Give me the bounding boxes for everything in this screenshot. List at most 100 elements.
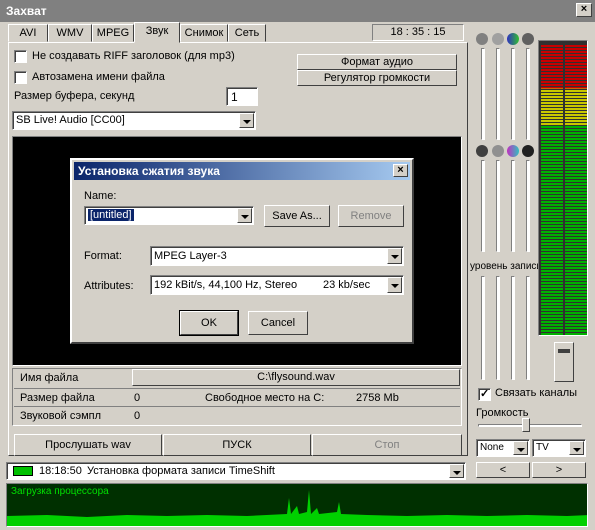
volume-slider[interactable] — [478, 424, 582, 427]
window-title: Захват — [6, 4, 47, 18]
auto-rename-label: Автозамена имени файла — [32, 71, 165, 83]
file-name-field[interactable]: C:\flysound.wav — [132, 369, 460, 386]
stop-button[interactable]: Стоп — [312, 434, 462, 456]
audio-format-button[interactable]: Формат аудио — [297, 54, 457, 70]
save-as-button[interactable]: Save As... — [264, 205, 330, 227]
link-channels-checkbox[interactable]: ✓ — [478, 388, 491, 401]
tab-mpeg[interactable]: MPEG — [92, 24, 134, 42]
vu-meter — [538, 40, 588, 336]
sample-value: 0 — [134, 410, 141, 422]
slider-track[interactable] — [526, 160, 530, 252]
slider-track[interactable] — [526, 48, 530, 140]
tab-sound[interactable]: Звук — [134, 22, 180, 43]
knob-icon[interactable] — [476, 145, 488, 157]
knob-icon[interactable] — [522, 33, 534, 45]
audio-format-label: Формат аудио — [341, 56, 413, 68]
slider-track[interactable] — [511, 276, 515, 380]
chevron-down-icon[interactable] — [449, 464, 464, 478]
record-level-label: уровень записи — [470, 261, 543, 272]
slider-track[interactable] — [481, 276, 485, 380]
source-right-value: TV — [536, 442, 549, 453]
next-button[interactable]: > — [532, 462, 586, 478]
knob-icon[interactable] — [507, 33, 519, 45]
prev-button[interactable]: < — [476, 462, 530, 478]
start-label: ПУСК — [222, 439, 252, 451]
slider-track[interactable] — [511, 160, 515, 252]
chevron-down-icon[interactable] — [387, 248, 402, 264]
buffer-size-input[interactable]: 1 — [226, 87, 258, 106]
file-name-value: C:\flysound.wav — [257, 371, 335, 383]
tab-label: Снимок — [184, 27, 224, 39]
status-indicator — [13, 466, 33, 476]
tab-wmv[interactable]: WMV — [48, 24, 92, 42]
close-button[interactable]: × — [576, 3, 592, 17]
remove-button[interactable]: Remove — [338, 205, 404, 227]
knob-icon[interactable] — [522, 145, 534, 157]
attributes-select[interactable]: 192 kBit/s, 44,100 Hz, Stereo 23 kb/sec — [150, 275, 404, 295]
volume-control-label: Регулятор громкости — [323, 72, 431, 84]
no-riff-checkbox[interactable] — [14, 50, 27, 63]
close-icon: × — [580, 3, 588, 15]
tab-snapshot[interactable]: Снимок — [180, 24, 228, 42]
save-as-label: Save As... — [272, 210, 322, 222]
slider-track[interactable] — [496, 48, 500, 140]
device-select[interactable]: SB Live! Audio [CC00] — [12, 111, 256, 130]
volume-control-button[interactable]: Регулятор громкости — [297, 70, 457, 86]
dialog-close-button[interactable]: × — [393, 164, 408, 177]
listen-wav-button[interactable]: Прослушать wav — [14, 434, 162, 456]
volume-label: Громкость — [476, 407, 529, 419]
cancel-button[interactable]: Cancel — [248, 311, 308, 335]
knob-icon[interactable] — [507, 145, 519, 157]
name-label: Name: — [84, 190, 117, 202]
vu-meter-left — [541, 45, 563, 335]
master-fader[interactable] — [554, 342, 574, 382]
slider-track[interactable] — [496, 276, 500, 380]
start-button[interactable]: ПУСК — [163, 434, 311, 456]
divider — [14, 388, 460, 389]
dialog-titlebar: Установка сжатия звука — [74, 162, 410, 180]
slider-track[interactable] — [511, 48, 515, 140]
name-select[interactable]: [untitled] — [84, 206, 254, 225]
tab-avi[interactable]: AVI — [8, 24, 48, 42]
free-space-label: Свободное место на С: — [205, 392, 325, 404]
chevron-down-icon[interactable] — [237, 208, 252, 223]
knob-icon[interactable] — [476, 33, 488, 45]
chevron-down-icon[interactable] — [239, 113, 254, 128]
source-right-select[interactable]: TV — [532, 439, 586, 457]
file-size-value: 0 — [134, 392, 141, 404]
buffer-size-label: Размер буфера, секунд — [14, 90, 135, 102]
slider-track[interactable] — [481, 48, 485, 140]
knob-icon[interactable] — [492, 145, 504, 157]
chevron-down-icon[interactable] — [569, 441, 584, 455]
tab-network[interactable]: Сеть — [228, 24, 266, 42]
ok-button[interactable]: OK — [179, 310, 239, 336]
ok-label: OK — [201, 317, 217, 329]
prev-label: < — [499, 464, 507, 476]
source-left-value: None — [480, 442, 504, 453]
format-value: MPEG Layer-3 — [154, 250, 227, 262]
next-label: > — [555, 464, 563, 476]
attributes-label: Attributes: — [84, 280, 134, 292]
source-left-select[interactable]: None — [476, 439, 530, 457]
stop-label: Стоп — [374, 439, 400, 451]
file-size-label: Размер файла — [20, 392, 95, 404]
status-bar[interactable]: 18:18:50 Установка формата записи TimeSh… — [6, 462, 466, 480]
tab-label: MPEG — [96, 27, 130, 39]
slider-track[interactable] — [526, 276, 530, 380]
chevron-down-icon[interactable] — [513, 441, 528, 455]
auto-rename-checkbox[interactable] — [14, 71, 27, 84]
compression-dialog: Установка сжатия звука × Name: [untitled… — [70, 158, 414, 344]
knob-icon[interactable] — [492, 33, 504, 45]
device-value: SB Live! Audio [CC00] — [16, 114, 125, 126]
volume-slider-thumb[interactable] — [522, 418, 530, 432]
chevron-down-icon[interactable] — [387, 277, 402, 293]
slider-track[interactable] — [496, 160, 500, 252]
format-select[interactable]: MPEG Layer-3 — [150, 246, 404, 266]
remove-label: Remove — [350, 210, 392, 222]
slider-track[interactable] — [481, 160, 485, 252]
dialog-title: Установка сжатия звука — [78, 164, 220, 178]
cancel-label: Cancel — [260, 317, 296, 329]
file-name-label: Имя файла — [20, 372, 79, 384]
vu-meter-right — [565, 45, 587, 335]
status-message: Установка формата записи TimeShift — [87, 465, 275, 477]
